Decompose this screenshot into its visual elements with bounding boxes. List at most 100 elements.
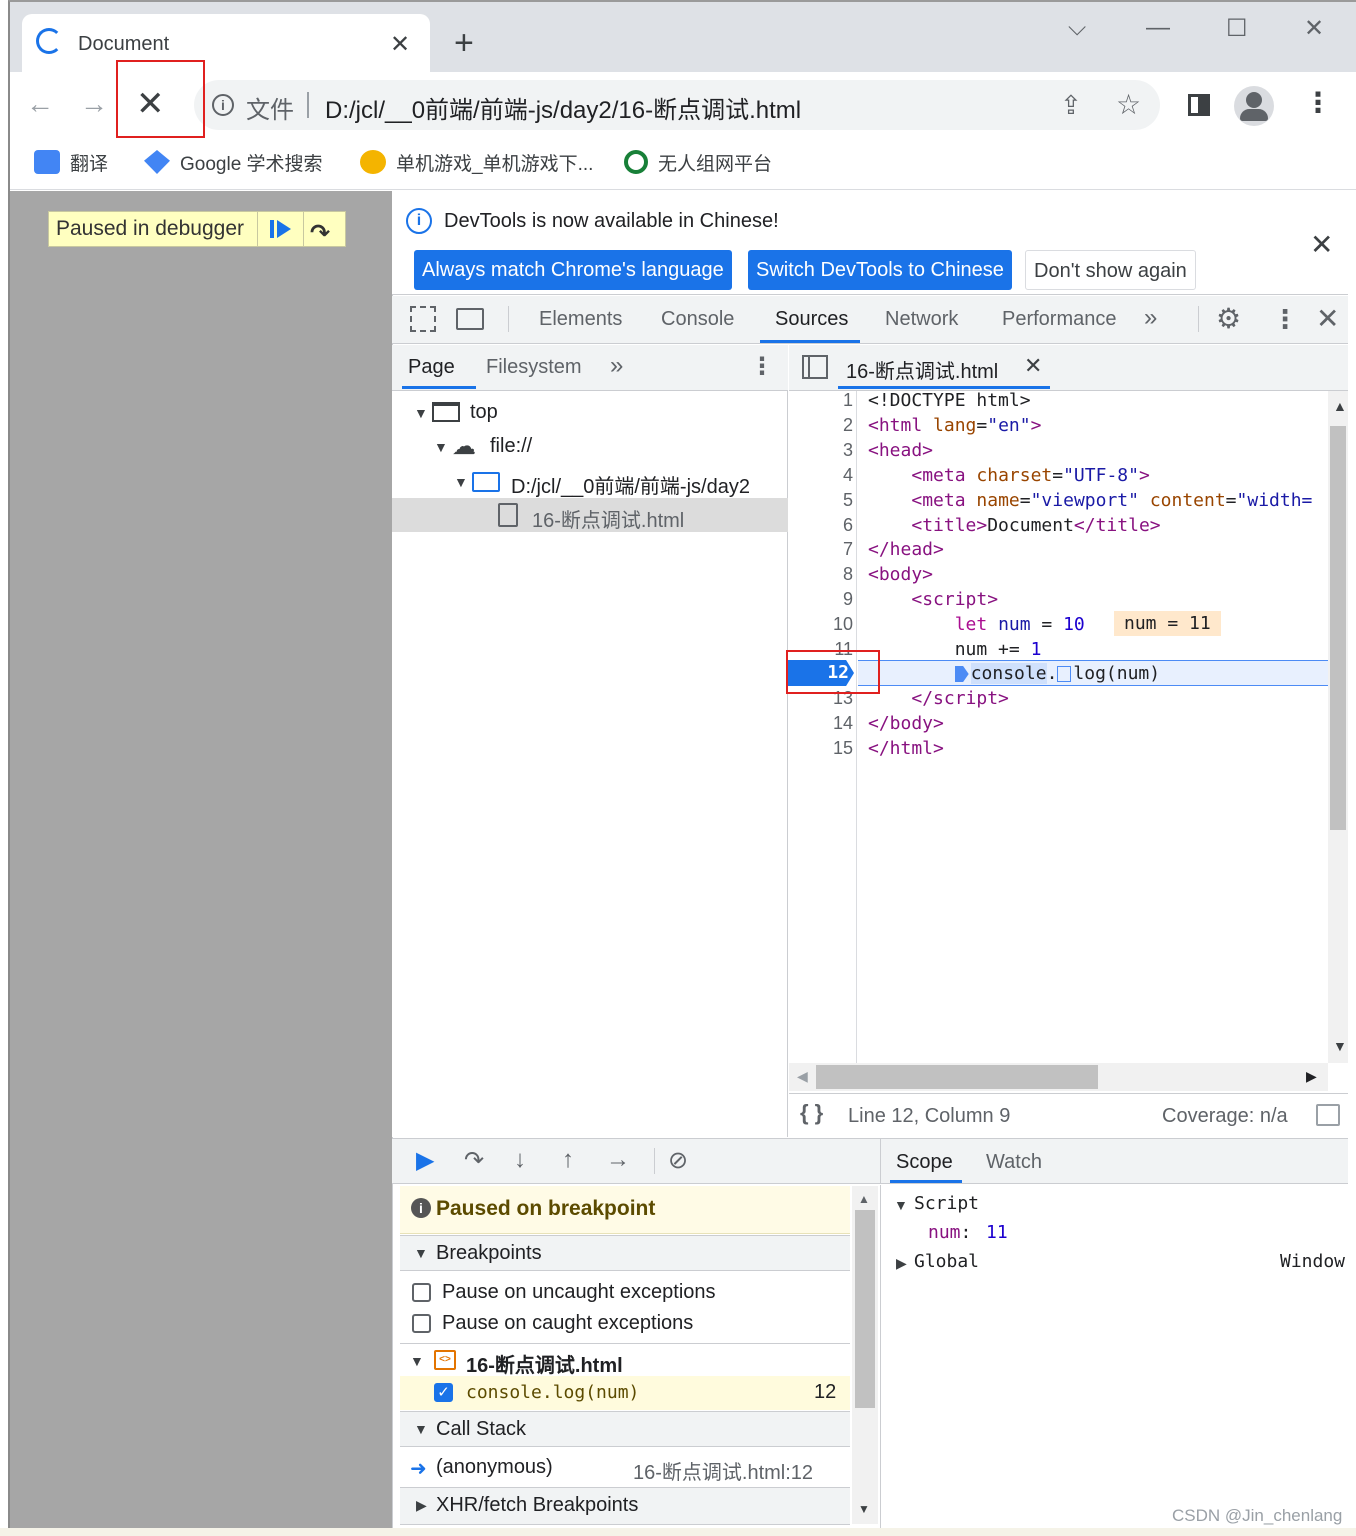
expand-arrow-icon[interactable]: ▼	[454, 474, 468, 490]
browser-menu-icon[interactable]: ⋮	[1304, 86, 1332, 119]
pretty-print-icon[interactable]: { }	[800, 1100, 823, 1126]
match-language-button[interactable]: Always match Chrome's language	[414, 250, 732, 290]
line-number[interactable]: 7	[789, 537, 853, 562]
step-into-icon[interactable]: ↓	[514, 1146, 526, 1174]
tab-watch[interactable]: Watch	[986, 1151, 1042, 1174]
expand-arrow-icon[interactable]: ▼	[894, 1197, 908, 1213]
collapse-arrow-icon[interactable]: ▼	[414, 1245, 428, 1261]
line-number[interactable]: 2	[789, 413, 853, 438]
info-icon: i	[411, 1198, 431, 1218]
share-icon[interactable]: ⇪	[1060, 90, 1082, 121]
scroll-up-icon[interactable]: ▲	[858, 1192, 870, 1206]
horizontal-scroll-thumb[interactable]	[816, 1065, 1098, 1089]
tab-scope[interactable]: Scope	[896, 1151, 953, 1174]
device-toolbar-icon[interactable]	[456, 308, 484, 330]
side-panel-icon[interactable]	[1188, 94, 1210, 116]
collapse-arrow-icon[interactable]: ▼	[414, 1421, 428, 1437]
expand-arrow-icon[interactable]: ▶	[896, 1255, 907, 1272]
step-icon[interactable]: →	[606, 1146, 630, 1174]
coverage-icon[interactable]	[1316, 1104, 1340, 1126]
expand-arrow-icon[interactable]: ▼	[434, 439, 448, 455]
more-tabs-icon[interactable]: »	[1144, 304, 1157, 332]
nav-more-icon[interactable]: »	[610, 352, 623, 380]
inspect-element-icon[interactable]	[410, 306, 436, 332]
bookmark-translate[interactable]: 翻译	[34, 148, 108, 176]
expand-arrow-icon[interactable]: ▼	[414, 405, 428, 421]
window-close-icon[interactable]: ✕	[1304, 14, 1324, 43]
scroll-up-icon[interactable]: ▲	[1333, 398, 1347, 414]
code-line: <html lang="en">	[868, 415, 1042, 436]
maximize-icon[interactable]: ☐	[1226, 14, 1248, 43]
nav-tab-page[interactable]: Page	[408, 356, 455, 379]
line-number[interactable]: 14	[789, 711, 853, 736]
switch-chinese-button[interactable]: Switch DevTools to Chinese	[748, 250, 1012, 290]
nav-menu-icon[interactable]: ⋮	[750, 352, 774, 381]
line-number[interactable]: 15	[789, 736, 853, 761]
expand-arrow-icon[interactable]: ▼	[410, 1353, 424, 1369]
line-number[interactable]: 3	[789, 438, 853, 463]
devtools-menu-icon[interactable]: ⋮	[1272, 304, 1298, 335]
bookmark-scholar[interactable]: Google 学术搜索	[144, 148, 323, 176]
callstack-frame-name[interactable]: (anonymous)	[436, 1456, 553, 1479]
resume-execution-icon[interactable]: ▶	[416, 1146, 434, 1175]
forward-icon[interactable]: →	[80, 88, 108, 120]
devtools-close-icon[interactable]: ✕	[1316, 302, 1339, 335]
line-number[interactable]: 10	[789, 612, 853, 637]
line-number[interactable]: 8	[789, 562, 853, 587]
site-info-icon[interactable]: i	[212, 94, 234, 116]
infobar-close-icon[interactable]: ✕	[1310, 228, 1333, 261]
scroll-right-icon[interactable]: ▶	[1306, 1068, 1317, 1085]
tab-search-icon[interactable]: ⌵	[1068, 14, 1086, 42]
tree-item-file[interactable]: 16-断点调试.html	[532, 504, 684, 533]
editor-tab-close-icon[interactable]: ✕	[1024, 353, 1042, 379]
minimize-icon[interactable]: —	[1146, 14, 1170, 42]
line-number[interactable]: 6	[789, 513, 853, 538]
nav-tab-filesystem[interactable]: Filesystem	[486, 356, 582, 379]
line-number[interactable]: 9	[789, 587, 853, 612]
expand-arrow-icon[interactable]: ▶	[416, 1497, 427, 1514]
pause-caught-checkbox[interactable]	[412, 1314, 431, 1333]
url-text[interactable]: D:/jcl/__0前端/前端-js/day2/16-断点调试.html	[325, 90, 801, 125]
tree-item-top[interactable]: top	[470, 401, 498, 424]
bookmark-star-icon[interactable]: ☆	[1116, 88, 1141, 121]
vertical-scroll-thumb[interactable]	[1330, 426, 1346, 830]
code-line: let num = 10	[954, 614, 1085, 635]
editor-file-tab[interactable]: 16-断点调试.html	[846, 355, 998, 384]
tab-network[interactable]: Network	[885, 308, 958, 331]
scroll-down-icon[interactable]: ▼	[1333, 1038, 1347, 1054]
pause-uncaught-checkbox[interactable]	[412, 1283, 431, 1302]
tab-elements[interactable]: Elements	[539, 308, 622, 331]
code-line: <!DOCTYPE html>	[868, 390, 1031, 411]
line-number[interactable]: 4	[789, 463, 853, 488]
line-number[interactable]: 1	[789, 388, 853, 413]
scope-global[interactable]: Global	[914, 1251, 979, 1272]
tree-item-origin[interactable]: file://	[490, 435, 532, 458]
pause-caught-label[interactable]: Pause on caught exceptions	[442, 1312, 693, 1335]
deactivate-breakpoints-icon[interactable]: ⊘	[668, 1146, 688, 1175]
scroll-down-icon[interactable]: ▼	[858, 1502, 870, 1516]
breakpoint-line: 12	[814, 1381, 837, 1403]
bookmark-games[interactable]: 单机游戏_单机游戏下...	[360, 148, 593, 176]
tab-close-icon[interactable]: ✕	[390, 30, 410, 59]
tab-sources[interactable]: Sources	[775, 308, 848, 331]
tab-title: Document	[78, 33, 170, 55]
sidebar-scroll-thumb[interactable]	[855, 1210, 875, 1408]
tab-console[interactable]: Console	[661, 308, 734, 331]
scroll-left-icon[interactable]: ◀	[797, 1068, 808, 1085]
tree-item-folder[interactable]: D:/jcl/__0前端/前端-js/day2	[511, 470, 750, 499]
scope-script[interactable]: Script	[914, 1193, 979, 1214]
callstack-frame-location[interactable]: 16-断点调试.html:12	[633, 1456, 813, 1485]
bookmark-label: 无人组网平台	[658, 153, 773, 175]
new-tab-button[interactable]: +	[454, 24, 474, 63]
settings-gear-icon[interactable]: ⚙	[1216, 302, 1241, 335]
bookmark-network[interactable]: 无人组网平台	[624, 148, 772, 176]
step-over-icon[interactable]: ↷	[464, 1146, 484, 1175]
tab-performance[interactable]: Performance	[1002, 308, 1117, 331]
dont-show-again-button[interactable]: Don't show again	[1025, 250, 1196, 290]
line-number[interactable]: 5	[789, 488, 853, 513]
back-icon[interactable]: ←	[26, 88, 54, 120]
breakpoint-enabled-checkbox[interactable]: ✓	[434, 1383, 453, 1402]
step-out-icon[interactable]: ↑	[562, 1146, 574, 1174]
toggle-navigator-icon[interactable]	[802, 355, 828, 379]
pause-uncaught-label[interactable]: Pause on uncaught exceptions	[442, 1281, 716, 1304]
